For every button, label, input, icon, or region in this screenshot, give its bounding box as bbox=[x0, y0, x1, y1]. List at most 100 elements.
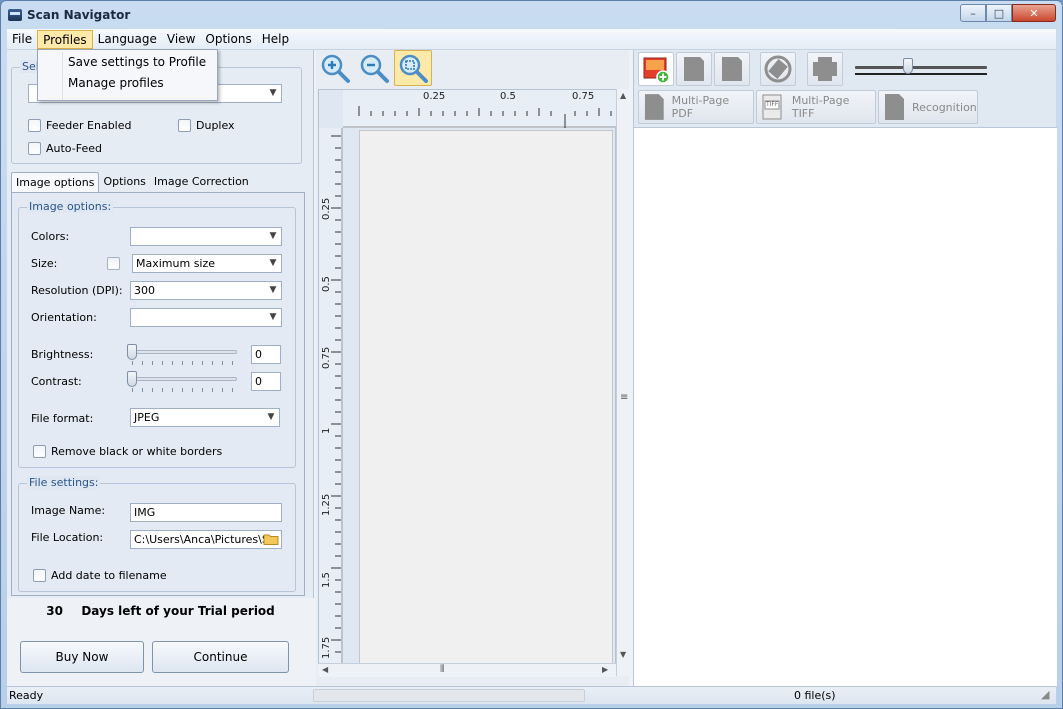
client-area: Sel ▼ Feeder Enabled Duplex Auto-Feed Im… bbox=[7, 50, 1057, 686]
menu-view[interactable]: View bbox=[162, 30, 200, 49]
export-toolbar: Multi-Page PDF TIFF Multi-Page TIFF Reco… bbox=[634, 88, 1057, 126]
multi-page-pdf-label: Multi-Page PDF bbox=[671, 94, 730, 120]
profiles-dropdown-menu: Save settings to Profile Manage profiles bbox=[37, 49, 218, 101]
window-controls: – □ ✕ bbox=[960, 4, 1056, 22]
crop-icon bbox=[813, 57, 837, 81]
contrast-slider-thumb[interactable] bbox=[127, 371, 137, 387]
file-location-input[interactable]: C:\Users\Anca\Pictures\Sc bbox=[130, 530, 282, 549]
page-zoom-slider[interactable] bbox=[855, 58, 987, 80]
scroll-grip-icon: ⦀ bbox=[440, 664, 445, 675]
pages-panel: Multi-Page PDF TIFF Multi-Page TIFF Reco… bbox=[633, 50, 1057, 686]
settings-panel: Sel ▼ Feeder Enabled Duplex Auto-Feed Im… bbox=[7, 50, 314, 686]
contrast-input[interactable]: 0 bbox=[251, 372, 281, 391]
zoom-in-icon bbox=[321, 54, 350, 83]
recognition-button[interactable]: Recognition bbox=[878, 90, 978, 124]
auto-feed-checkbox[interactable]: Auto-Feed bbox=[28, 142, 102, 155]
auto-feed-label: Auto-Feed bbox=[46, 142, 102, 155]
pdf-page-icon bbox=[644, 94, 664, 120]
file-location-value: C:\Users\Anca\Pictures\Sc bbox=[134, 533, 275, 546]
menu-item-manage-profiles[interactable]: Manage profiles bbox=[68, 76, 164, 90]
page-action-button[interactable] bbox=[714, 52, 750, 86]
scroll-right-icon[interactable]: ▶ bbox=[602, 665, 608, 674]
file-format-select[interactable]: JPEG ▼ bbox=[130, 408, 280, 427]
scan-canvas[interactable] bbox=[359, 130, 613, 664]
menu-file[interactable]: File bbox=[7, 30, 37, 49]
brightness-slider-ticks bbox=[132, 361, 236, 365]
multi-page-pdf-button[interactable]: Multi-Page PDF bbox=[638, 90, 754, 124]
brightness-input[interactable]: 0 bbox=[251, 345, 281, 364]
image-name-label: Image Name: bbox=[31, 504, 106, 517]
scroll-up-icon[interactable]: ▲ bbox=[620, 91, 626, 100]
page-action-button[interactable] bbox=[676, 52, 712, 86]
chevron-down-icon: ▼ bbox=[269, 88, 277, 98]
chevron-down-icon: ▼ bbox=[269, 285, 277, 295]
scroll-left-icon[interactable]: ◀ bbox=[322, 665, 328, 674]
multi-page-tiff-button[interactable]: TIFF Multi-Page TIFF bbox=[756, 90, 876, 124]
horizontal-scrollbar[interactable]: ◀ ⦀ ▶ bbox=[318, 663, 616, 677]
size-select[interactable]: Maximum size ▼ bbox=[132, 254, 282, 273]
tab-options[interactable]: Options bbox=[99, 172, 149, 192]
vertical-scrollbar[interactable]: ▲ ≡ ▼ bbox=[616, 89, 629, 676]
zoom-out-button[interactable] bbox=[355, 50, 393, 86]
colors-select[interactable]: ▼ bbox=[130, 227, 282, 246]
duplex-checkbox[interactable]: Duplex bbox=[178, 119, 235, 132]
scan-preview-panel: 0.25 0.5 0.75 0.25 0.5 0.75 1 1.25 1.5 1… bbox=[316, 50, 629, 686]
crop-button[interactable] bbox=[807, 52, 843, 86]
orientation-select[interactable]: ▼ bbox=[130, 308, 282, 327]
page-zoom-track[interactable] bbox=[855, 66, 987, 69]
menu-item-save-settings-to-profile[interactable]: Save settings to Profile bbox=[68, 55, 206, 69]
zoom-in-button[interactable] bbox=[316, 50, 354, 86]
size-checkbox[interactable] bbox=[107, 257, 120, 270]
checkbox-box bbox=[33, 569, 46, 582]
menu-options[interactable]: Options bbox=[200, 30, 256, 49]
status-ready: Ready bbox=[9, 689, 44, 702]
maximize-button[interactable]: □ bbox=[986, 4, 1012, 22]
zoom-fit-button[interactable] bbox=[394, 50, 432, 86]
menu-language[interactable]: Language bbox=[93, 30, 162, 49]
scroll-down-icon[interactable]: ▼ bbox=[620, 650, 626, 659]
menu-profiles[interactable]: Profiles bbox=[37, 29, 93, 49]
zoom-fit-icon bbox=[399, 54, 428, 83]
add-date-checkbox[interactable]: Add date to filename bbox=[33, 569, 167, 582]
buy-now-button[interactable]: Buy Now bbox=[20, 641, 144, 673]
remove-borders-checkbox[interactable]: Remove black or white borders bbox=[33, 445, 222, 458]
contrast-slider-ticks bbox=[132, 388, 236, 392]
brightness-slider-track[interactable] bbox=[129, 350, 237, 354]
brightness-slider-thumb[interactable] bbox=[127, 344, 137, 360]
tab-image-correction[interactable]: Image Correction bbox=[150, 172, 253, 192]
page-icon bbox=[684, 57, 704, 81]
resolution-select[interactable]: 300 ▼ bbox=[130, 281, 282, 300]
v-ruler-label: 0.75 bbox=[321, 346, 332, 369]
file-location-label: File Location: bbox=[31, 531, 104, 544]
app-window: Scan Navigator – □ ✕ File Profiles Langu… bbox=[0, 0, 1063, 709]
checkbox-box bbox=[28, 119, 41, 132]
ruler-area: 0.25 0.5 0.75 0.25 0.5 0.75 1 1.25 1.5 1… bbox=[318, 89, 616, 676]
status-bar: Ready 0 file(s) ◢ bbox=[7, 686, 1056, 704]
minimize-button[interactable]: – bbox=[960, 4, 986, 22]
size-label: Size: bbox=[31, 257, 58, 270]
rotate-button[interactable] bbox=[760, 52, 796, 86]
h-ruler-label: 0.25 bbox=[423, 91, 446, 102]
v-ruler-label: 0.5 bbox=[321, 276, 332, 292]
resize-grip-icon[interactable]: ◢ bbox=[1041, 688, 1049, 701]
feeder-enabled-checkbox[interactable]: Feeder Enabled bbox=[28, 119, 131, 132]
page-zoom-thumb[interactable] bbox=[903, 58, 913, 74]
tab-image-options[interactable]: Image options bbox=[11, 172, 100, 192]
pages-thumbnail-area[interactable] bbox=[634, 127, 1057, 686]
folder-icon[interactable] bbox=[263, 532, 279, 546]
add-image-button[interactable] bbox=[638, 52, 674, 86]
checkbox-box bbox=[28, 142, 41, 155]
close-button[interactable]: ✕ bbox=[1012, 4, 1056, 22]
rotate-icon bbox=[764, 55, 792, 83]
status-file-count: 0 file(s) bbox=[794, 689, 836, 702]
image-name-input[interactable]: IMG bbox=[130, 503, 282, 522]
checkbox-box bbox=[178, 119, 191, 132]
menu-gutter bbox=[62, 52, 63, 100]
contrast-slider-track[interactable] bbox=[129, 377, 237, 381]
trial-days: 30 bbox=[46, 604, 63, 618]
v-ruler-label: 1.25 bbox=[321, 493, 332, 516]
checkbox-box bbox=[33, 445, 46, 458]
tab-content: Image options: Colors: ▼ Size: Maximum s… bbox=[11, 192, 305, 596]
menu-help[interactable]: Help bbox=[257, 30, 294, 49]
continue-button[interactable]: Continue bbox=[152, 641, 289, 673]
